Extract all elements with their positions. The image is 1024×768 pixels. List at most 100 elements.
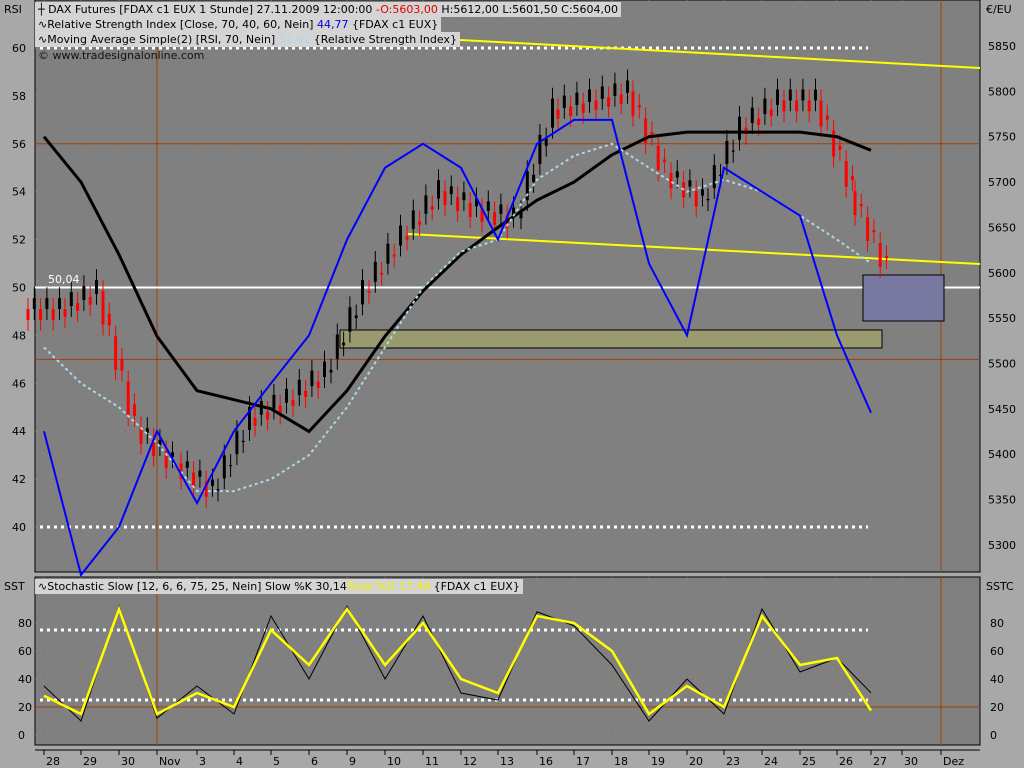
crosshair-icon: ┼: [38, 3, 45, 16]
price-panel: [34, 0, 981, 573]
x-tick-label: 25: [802, 755, 816, 768]
x-tick-label: 6: [311, 755, 318, 768]
stoch-tick-label: 0: [18, 729, 25, 742]
ma-source: {Relative Strength Index}: [313, 33, 457, 46]
rsi-name: Relative Strength Index [Close, 70, 40, …: [47, 18, 314, 31]
candle-body: [354, 315, 358, 319]
rsi-source: {FDAX c1 EUX}: [351, 18, 439, 31]
candle-body: [88, 296, 92, 305]
candle-body: [39, 309, 43, 320]
low: L:5601,50: [502, 3, 558, 16]
candle-body: [76, 302, 80, 311]
indicator-icon: ∿: [38, 580, 48, 593]
price-tick-label: 5850: [988, 40, 1016, 53]
x-tick-label: 23: [726, 755, 740, 768]
high: H:5612,00: [441, 3, 499, 16]
candle-body: [342, 342, 346, 346]
stoch-source: {FDAX c1 EUX}: [433, 580, 520, 593]
price-tick-label: 5350: [988, 494, 1016, 507]
candle-body: [58, 298, 61, 310]
price-tick-label: 5800: [988, 85, 1016, 98]
stoch-tick-label: 20: [18, 701, 32, 714]
candle-body: [392, 254, 396, 257]
candle-body: [107, 313, 111, 326]
candle-body: [229, 465, 233, 467]
stoch-right-tick-label: 20: [990, 701, 1004, 714]
indicator-icon: ∿: [38, 33, 48, 46]
candle-body: [120, 358, 124, 371]
candle-body: [456, 197, 460, 212]
price-legend: ┼ DAX Futures [FDAX c1 EUX 1 Stunde] 27.…: [35, 2, 622, 17]
candle-body: [291, 399, 295, 407]
candle-body: [418, 221, 422, 225]
rsi-tick-label: 42: [12, 473, 26, 486]
candle-body: [712, 165, 716, 189]
candle-body: [192, 472, 196, 488]
candle-body: [45, 298, 49, 310]
x-tick-label: 9: [349, 755, 356, 768]
close: C:5604,00: [561, 3, 619, 16]
candle-body: [556, 109, 560, 119]
candle-body: [613, 83, 617, 96]
indicator-icon: ∿: [38, 18, 48, 31]
candle-body: [581, 103, 585, 113]
candle-body: [493, 212, 497, 225]
rsi-tick-label: 40: [12, 521, 26, 534]
x-tick-label: 5: [273, 755, 280, 768]
candle-body: [694, 191, 698, 207]
candle-body: [241, 440, 245, 443]
candle-body: [253, 417, 257, 426]
candle-body: [750, 107, 754, 124]
candle-body: [838, 145, 842, 151]
target-box: [862, 274, 945, 322]
price-tick-label: 5500: [988, 357, 1016, 370]
rsi-tick-label: 50: [12, 282, 26, 295]
candle-body: [235, 431, 239, 455]
x-tick-label: 20: [689, 755, 703, 768]
x-tick-label: 27: [873, 755, 887, 768]
stoch-right-tick-label: 60: [990, 645, 1004, 658]
candle-body: [95, 280, 98, 294]
stoch-right-tick-label: 0: [990, 729, 997, 742]
candle-body: [675, 171, 679, 178]
candle-body: [788, 89, 792, 101]
candle-body: [607, 97, 611, 107]
rsi-tick-label: 44: [12, 425, 26, 438]
candle-body: [757, 118, 761, 125]
candle-body: [885, 256, 888, 259]
x-tick-label: 10: [387, 755, 401, 768]
candle-body: [575, 92, 579, 105]
x-tick-label: 18: [614, 755, 628, 768]
candle-body: [851, 176, 854, 181]
candle-body: [272, 394, 276, 409]
x-tick-label: 4: [236, 755, 243, 768]
stoch-name: Stochastic Slow [12, 6, 6, 75, 25, Nein]…: [47, 580, 312, 593]
chart-canvas: 28 29 30 Nov 3 4 5 6 9 10 11 12 13 16 17 18 19 20 23 24 25 26…: [12, 0, 1016, 768]
candle-body: [335, 334, 339, 359]
ma-legend: ∿Moving Average Simple(2) [RSI, 70, Nein…: [35, 32, 460, 47]
rsi-legend: ∿Relative Strength Index [Close, 70, 40,…: [35, 17, 442, 32]
candle-body: [769, 109, 773, 116]
candle-body: [361, 280, 364, 305]
candle-body: [844, 160, 848, 187]
x-tick-label: 30: [121, 755, 135, 768]
rsi-tick-label: 60: [12, 42, 26, 55]
ma-value: 51,01: [278, 33, 311, 46]
candle-body: [443, 191, 447, 206]
candle-body: [859, 204, 863, 207]
candle-body: [297, 379, 301, 396]
candle-body: [656, 145, 660, 171]
candle-body: [878, 243, 882, 268]
price-tick-label: 5700: [988, 176, 1016, 189]
price-tick-label: 5550: [988, 312, 1016, 325]
candle-body: [114, 336, 118, 370]
price-axis-title: €/EU: [986, 3, 1012, 16]
candle-body: [216, 489, 220, 491]
rsi-tick-label: 46: [12, 377, 26, 390]
candle-body: [594, 100, 598, 110]
candle-body: [285, 388, 288, 403]
candle-body: [499, 204, 503, 214]
price-tick-label: 5750: [988, 131, 1016, 144]
candle-body: [486, 201, 490, 211]
candle-body: [637, 104, 641, 108]
